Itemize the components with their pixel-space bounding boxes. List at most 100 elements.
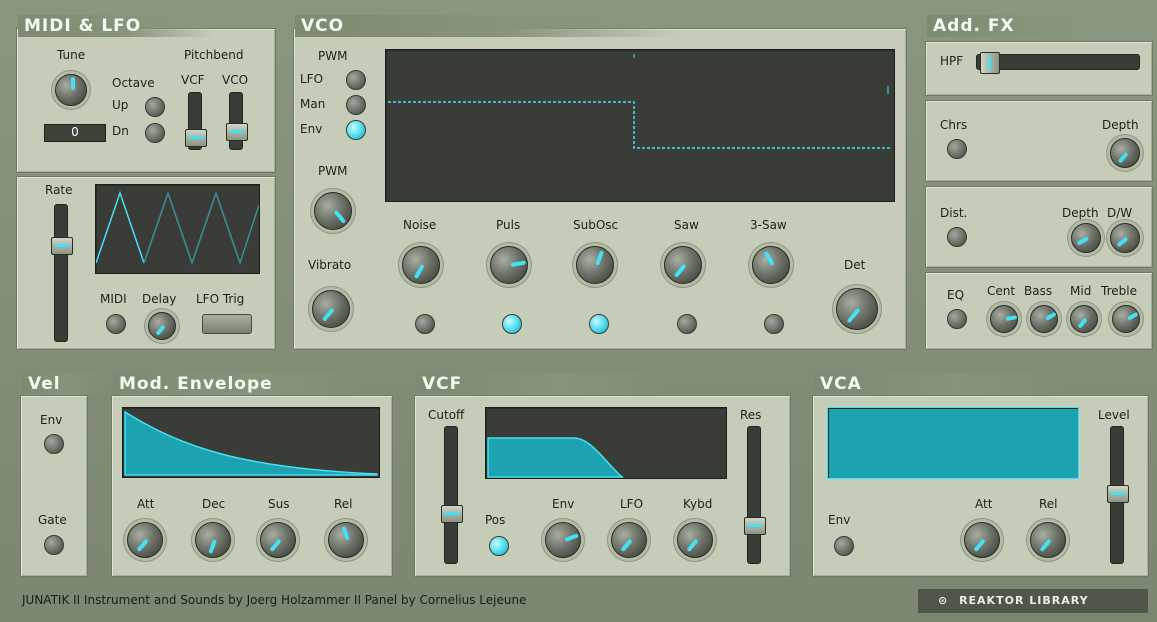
vcf-lfo-label: LFO	[620, 497, 644, 511]
octave-down-button[interactable]	[145, 123, 165, 143]
vca-level-slider[interactable]	[1107, 426, 1129, 564]
vco-wave-display	[385, 49, 895, 202]
saw-knob[interactable]	[664, 246, 702, 284]
eq-treble-label: Treble	[1101, 284, 1137, 298]
puls-button[interactable]	[502, 314, 522, 334]
vibrato-knob[interactable]	[312, 290, 350, 328]
res-label: Res	[740, 408, 762, 422]
3saw-knob[interactable]	[752, 246, 790, 284]
modenv-att-label: Att	[137, 497, 155, 511]
vcf-curve-svg	[487, 437, 624, 478]
puls-label: Puls	[496, 218, 521, 232]
pwm-env-button[interactable]	[346, 120, 366, 140]
octave-up-label: Up	[112, 98, 129, 112]
vcf-kybd-knob[interactable]	[677, 522, 713, 558]
lfo-trig-button[interactable]	[202, 314, 252, 334]
3saw-label: 3-Saw	[750, 218, 787, 232]
det-label: Det	[844, 258, 866, 272]
section-title-midi-lfo: MIDI & LFO	[18, 15, 214, 37]
rate-label: Rate	[45, 183, 73, 197]
subosc-knob[interactable]	[576, 246, 614, 284]
modenv-dec-knob[interactable]	[195, 522, 231, 558]
dist-dw-knob[interactable]	[1110, 223, 1140, 253]
lfo-midi-label: MIDI	[100, 292, 127, 306]
chorus-button[interactable]	[947, 139, 967, 159]
res-slider[interactable]	[744, 426, 766, 564]
tune-knob[interactable]	[55, 74, 87, 106]
subosc-label: SubOsc	[573, 218, 619, 232]
dist-label: Dist.	[940, 206, 968, 220]
pwm-man-button[interactable]	[346, 95, 366, 115]
modenv-att-knob[interactable]	[127, 522, 163, 558]
saw-button[interactable]	[677, 314, 697, 334]
dist-button[interactable]	[947, 227, 967, 247]
noise-knob[interactable]	[402, 246, 440, 284]
pwm-source-label: PWM	[318, 49, 348, 63]
eq-mid-knob[interactable]	[1070, 305, 1098, 333]
octave-up-button[interactable]	[145, 97, 165, 117]
vel-gate-label: Gate	[38, 513, 67, 527]
vca-env-button[interactable]	[834, 536, 854, 556]
pwm-env-label: Env	[300, 122, 323, 136]
eq-bass-label: Bass	[1024, 284, 1053, 298]
pwm-knob[interactable]	[314, 192, 352, 230]
vel-env-label: Env	[40, 413, 63, 427]
dist-dw-label: D/W	[1107, 206, 1133, 220]
pitchbend-vcf-slider[interactable]	[185, 92, 207, 150]
section-title-vca: VCA	[814, 373, 1070, 395]
section-title-vel: Vel	[22, 373, 104, 395]
3saw-button[interactable]	[764, 314, 784, 334]
hpf-slider[interactable]	[976, 52, 1140, 74]
octave-dn-label: Dn	[112, 124, 129, 138]
vcf-pos-label: Pos	[485, 513, 506, 527]
eq-cent-knob[interactable]	[990, 305, 1018, 333]
subosc-button[interactable]	[589, 314, 609, 334]
eq-button[interactable]	[947, 309, 967, 329]
lfo-wave-display	[95, 184, 260, 274]
vcf-lfo-knob[interactable]	[611, 522, 647, 558]
modenv-sus-label: Sus	[268, 497, 290, 511]
mod-envelope-display	[122, 407, 380, 478]
modenv-rel-label: Rel	[334, 497, 353, 511]
pitchbend-vcf-label: VCF	[181, 73, 205, 87]
vca-rel-knob[interactable]	[1030, 522, 1066, 558]
pitchbend-label: Pitchbend	[184, 48, 244, 62]
vcf-env-label: Env	[552, 497, 575, 511]
lfo-trig-label: LFO Trig	[196, 292, 245, 306]
dist-depth-label: Depth	[1062, 206, 1099, 220]
lfo-delay-knob[interactable]	[148, 312, 176, 340]
reaktor-logo-icon: ⊙	[938, 594, 949, 607]
vca-att-knob[interactable]	[964, 522, 1000, 558]
lfo-rate-slider[interactable]	[51, 204, 73, 342]
vel-env-button[interactable]	[44, 434, 64, 454]
puls-knob[interactable]	[490, 246, 528, 284]
eq-label: EQ	[947, 288, 965, 302]
lfo-midi-button[interactable]	[106, 314, 126, 334]
eq-treble-knob[interactable]	[1112, 305, 1140, 333]
modenv-sus-knob[interactable]	[260, 522, 296, 558]
vcf-kybd-label: Kybd	[683, 497, 713, 511]
pwm-lfo-button[interactable]	[346, 70, 366, 90]
section-title-vcf: VCF	[416, 373, 672, 395]
section-title-vco: VCO	[295, 15, 681, 37]
vca-rel-label: Rel	[1039, 497, 1058, 511]
cutoff-slider[interactable]	[441, 426, 463, 564]
chorus-depth-label: Depth	[1102, 118, 1139, 132]
pitchbend-vco-slider[interactable]	[226, 92, 248, 150]
noise-button[interactable]	[415, 314, 435, 334]
eq-bass-knob[interactable]	[1030, 305, 1058, 333]
lfo-wave-svg	[95, 190, 260, 266]
dist-depth-knob[interactable]	[1071, 223, 1101, 253]
vel-gate-button[interactable]	[44, 535, 64, 555]
vcf-env-knob[interactable]	[545, 522, 581, 558]
det-knob[interactable]	[836, 288, 878, 330]
lfo-delay-label: Delay	[142, 292, 177, 306]
brand-badge: ⊙ REAKTOR LIBRARY	[918, 589, 1148, 613]
vca-display	[827, 407, 1079, 479]
chorus-depth-knob[interactable]	[1110, 138, 1140, 168]
modenv-rel-knob[interactable]	[328, 522, 364, 558]
hpf-label: HPF	[940, 54, 964, 68]
vcf-display	[485, 407, 727, 479]
vcf-pos-button[interactable]	[489, 536, 509, 556]
chorus-label: Chrs	[940, 118, 968, 132]
